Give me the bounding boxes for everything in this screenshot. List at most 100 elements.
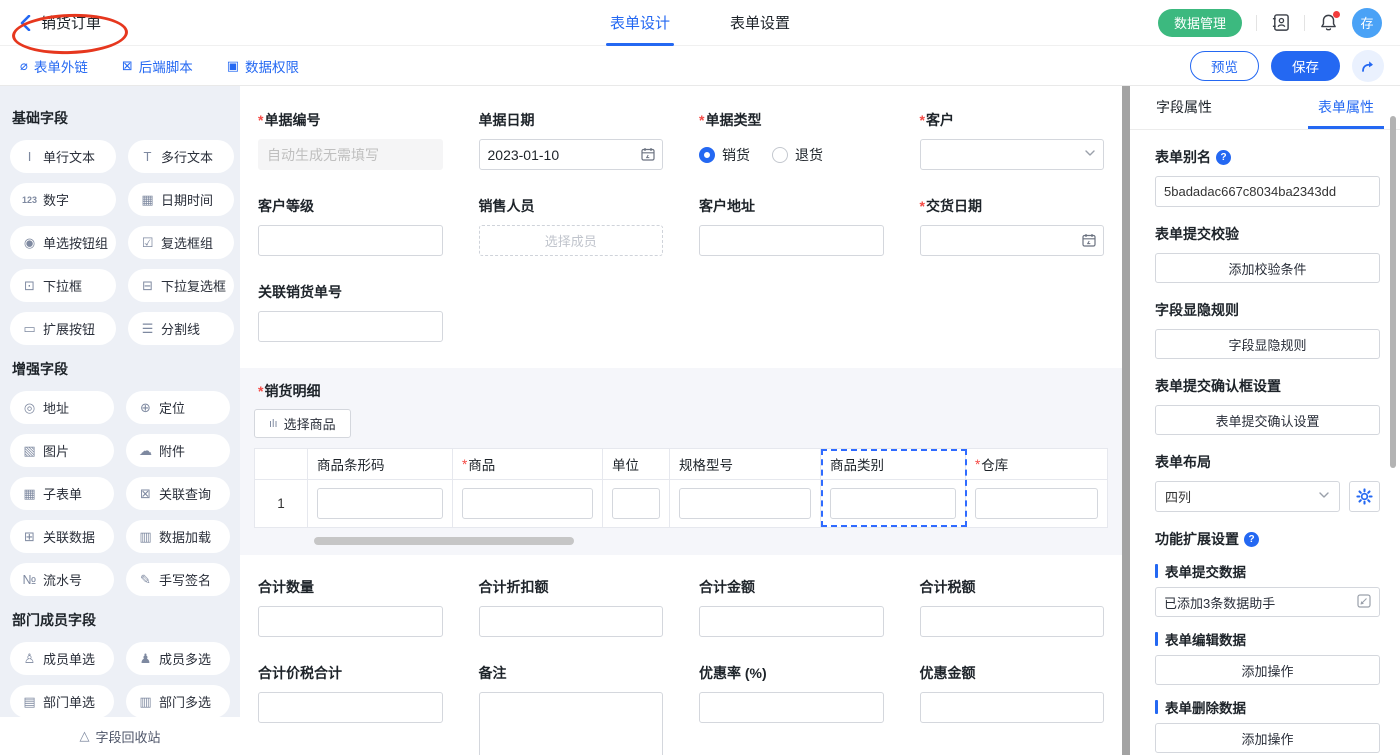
total-discount-input[interactable]: [479, 606, 664, 637]
radio-sale-label[interactable]: 销货: [722, 145, 750, 165]
radio-return[interactable]: [772, 147, 788, 163]
field-chip-address[interactable]: ◎地址: [10, 391, 114, 424]
field-chip-image[interactable]: ▧图片: [10, 434, 114, 467]
field-chip-dropdown[interactable]: ⊡下拉框: [10, 269, 116, 302]
field-sales-person[interactable]: 销售人员 选择成员: [479, 196, 664, 256]
field-related-order-no[interactable]: 关联销货单号: [258, 282, 443, 342]
tab-form-properties[interactable]: 表单属性: [1308, 86, 1384, 129]
total-amount-input[interactable]: [699, 606, 884, 637]
delete-data-add-button[interactable]: 添加操作: [1155, 723, 1380, 753]
field-chip-attachment[interactable]: ☁附件: [126, 434, 230, 467]
customer-select[interactable]: [920, 139, 1105, 170]
field-chip-dept-multi[interactable]: ▥部门多选: [126, 685, 230, 718]
discount-amount-input[interactable]: [920, 692, 1105, 723]
field-discount-rate[interactable]: 优惠率 (%): [699, 663, 884, 755]
form-alias-input[interactable]: [1155, 176, 1380, 207]
field-doc-no[interactable]: *单据编号: [258, 110, 443, 170]
tab-form-settings[interactable]: 表单设置: [730, 0, 790, 46]
total-qty-input[interactable]: [258, 606, 443, 637]
field-discount-amount[interactable]: 优惠金额: [920, 663, 1105, 755]
field-chip-extend-button[interactable]: ▭扩展按钮: [10, 312, 116, 345]
barcode-cell-input[interactable]: [317, 488, 443, 519]
total-with-tax-input[interactable]: [258, 692, 443, 723]
total-tax-input[interactable]: [920, 606, 1105, 637]
field-chip-multi-dropdown[interactable]: ⊟下拉复选框: [128, 269, 234, 302]
tab-field-properties[interactable]: 字段属性: [1146, 86, 1222, 129]
remark-textarea[interactable]: [479, 692, 664, 755]
edit-data-add-button[interactable]: 添加操作: [1155, 655, 1380, 685]
link-backend-script[interactable]: ⊠ 后端脚本: [122, 56, 193, 76]
edit-icon[interactable]: [1357, 594, 1371, 611]
customer-level-input[interactable]: [258, 225, 443, 256]
field-chip-serial-number[interactable]: №流水号: [10, 563, 114, 596]
field-customer-address[interactable]: 客户地址: [699, 196, 884, 256]
field-chip-signature[interactable]: ✎手写签名: [126, 563, 230, 596]
product-cell-input[interactable]: [462, 488, 593, 519]
col-warehouse[interactable]: *仓库: [966, 449, 1107, 479]
customer-address-input[interactable]: [699, 225, 884, 256]
field-total-discount[interactable]: 合计折扣额: [479, 577, 664, 637]
unit-cell-input[interactable]: [612, 488, 660, 519]
data-manage-button[interactable]: 数据管理: [1158, 9, 1242, 37]
field-chip-divider-line[interactable]: ☰分割线: [128, 312, 234, 345]
col-unit[interactable]: 单位: [603, 449, 670, 479]
share-button[interactable]: [1352, 50, 1384, 82]
select-product-button[interactable]: ılı 选择商品: [254, 409, 351, 438]
add-check-condition-button[interactable]: 添加校验条件: [1155, 253, 1380, 283]
field-chip-relation-query[interactable]: ⊠关联查询: [126, 477, 230, 510]
avatar[interactable]: 存: [1352, 8, 1382, 38]
field-chip-radio-group[interactable]: ◉单选按钮组: [10, 226, 116, 259]
preview-button[interactable]: 预览: [1190, 51, 1259, 81]
subtable-h-scrollbar[interactable]: [314, 537, 574, 545]
col-barcode[interactable]: 商品条形码: [308, 449, 453, 479]
field-chip-number[interactable]: 123数字: [10, 183, 116, 216]
panel-scrollbar[interactable]: [1390, 116, 1396, 468]
field-chip-datetime[interactable]: ▦日期时间: [128, 183, 234, 216]
field-chip-member-single[interactable]: ♙成员单选: [10, 642, 114, 675]
contact-book-icon[interactable]: [1271, 13, 1290, 32]
bell-icon[interactable]: [1319, 13, 1338, 32]
link-form-external[interactable]: ⌀ 表单外链: [20, 56, 88, 76]
discount-rate-input[interactable]: [699, 692, 884, 723]
data-assistant-field[interactable]: 已添加3条数据助手: [1155, 587, 1380, 617]
field-delivery-date[interactable]: *交货日期: [920, 196, 1105, 256]
field-chip-subform[interactable]: ▦子表单: [10, 477, 114, 510]
link-data-permission[interactable]: ▣ 数据权限: [227, 56, 299, 76]
help-icon[interactable]: ?: [1216, 150, 1231, 165]
field-chip-multi-line-text[interactable]: T多行文本: [128, 140, 234, 173]
layout-gear-button[interactable]: [1349, 481, 1380, 512]
delivery-date-input[interactable]: [920, 225, 1105, 256]
tab-form-design[interactable]: 表单设计: [610, 0, 670, 46]
field-chip-data-load[interactable]: ▥数据加载: [126, 520, 230, 553]
member-picker[interactable]: 选择成员: [479, 225, 664, 256]
field-chip-single-line-text[interactable]: I单行文本: [10, 140, 116, 173]
field-total-amount[interactable]: 合计金额: [699, 577, 884, 637]
field-chip-dept-single[interactable]: ▤部门单选: [10, 685, 114, 718]
doc-date-input[interactable]: [479, 139, 664, 170]
help-icon[interactable]: ?: [1244, 532, 1259, 547]
radio-sale-checked[interactable]: [699, 147, 715, 163]
field-chip-relation-data[interactable]: ⊞关联数据: [10, 520, 114, 553]
field-customer[interactable]: *客户: [920, 110, 1105, 170]
field-customer-level[interactable]: 客户等级: [258, 196, 443, 256]
field-recycle-bin[interactable]: △ 字段回收站: [0, 717, 240, 755]
field-total-qty[interactable]: 合计数量: [258, 577, 443, 637]
warehouse-cell-input[interactable]: [975, 488, 1098, 519]
visibility-rule-button[interactable]: 字段显隐规则: [1155, 329, 1380, 359]
col-spec[interactable]: 规格型号: [670, 449, 821, 479]
canvas-scrollbar[interactable]: [1122, 86, 1130, 755]
field-chip-location[interactable]: ⊕定位: [126, 391, 230, 424]
category-cell-input[interactable]: [830, 488, 956, 519]
spec-cell-input[interactable]: [679, 488, 811, 519]
col-product[interactable]: *商品: [453, 449, 603, 479]
col-category-selected[interactable]: 商品类别: [821, 449, 966, 479]
save-button[interactable]: 保存: [1271, 51, 1340, 81]
field-chip-member-multi[interactable]: ♟成员多选: [126, 642, 230, 675]
field-total-with-tax[interactable]: 合计价税合计: [258, 663, 443, 755]
field-doc-date[interactable]: 单据日期: [479, 110, 664, 170]
field-chip-checkbox-group[interactable]: ☑复选框组: [128, 226, 234, 259]
related-order-no-input[interactable]: [258, 311, 443, 342]
radio-return-label[interactable]: 退货: [795, 145, 823, 165]
layout-select[interactable]: 四列: [1155, 481, 1340, 512]
field-remark[interactable]: 备注: [479, 663, 664, 755]
